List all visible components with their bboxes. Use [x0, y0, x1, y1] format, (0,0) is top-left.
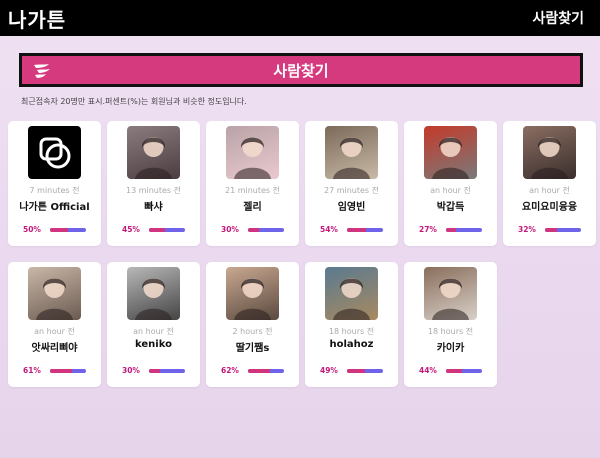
match-bar-fill [149, 368, 160, 373]
match-bar [50, 227, 86, 232]
avatar[interactable] [424, 126, 477, 179]
last-seen-time: 13 minutes 전 [125, 186, 181, 195]
match-bar-fill [545, 227, 557, 232]
app-logo-icon[interactable] [28, 126, 81, 179]
match-bar [446, 368, 482, 373]
person-name[interactable]: 박갑득 [437, 198, 465, 213]
match-percent: 45% [122, 225, 140, 234]
match-percent: 44% [419, 366, 437, 375]
match-bar-fill [149, 227, 166, 232]
person-name[interactable]: 나가튼 Official [19, 198, 89, 213]
match-percent: 61% [23, 366, 41, 375]
match-percent: 54% [320, 225, 338, 234]
last-seen-time: 21 minutes 전 [224, 186, 280, 195]
person-card[interactable]: 7 minutes 전나가튼 Official 50% [8, 121, 101, 246]
avatar[interactable] [226, 267, 279, 320]
match-row: 44% [419, 366, 482, 375]
match-row: 61% [23, 366, 86, 375]
match-bar [50, 368, 86, 373]
match-bar [248, 227, 284, 232]
match-percent: 30% [122, 366, 140, 375]
avatar[interactable] [523, 126, 576, 179]
person-name[interactable]: 앗싸리삐야 [32, 339, 78, 354]
match-percent: 32% [518, 225, 536, 234]
person-name[interactable]: 요미요미융융 [522, 198, 577, 213]
site-logo[interactable]: 나가튼 [8, 4, 66, 33]
person-card[interactable]: an hour 전박갑득 27% [404, 121, 497, 246]
match-bar [149, 227, 185, 232]
match-bar-fill [446, 368, 462, 373]
match-bar-fill [50, 368, 72, 373]
match-bar-fill [446, 227, 456, 232]
person-name[interactable]: 젤리 [243, 198, 261, 213]
match-bar [347, 227, 383, 232]
last-seen-time: an hour 전 [34, 327, 75, 336]
last-seen-time: 7 minutes 전 [29, 186, 80, 195]
person-card[interactable]: 13 minutes 전빠샤 45% [107, 121, 200, 246]
match-row: 49% [320, 366, 383, 375]
avatar[interactable] [226, 126, 279, 179]
person-name[interactable]: 딸기쨈s [236, 339, 270, 354]
page-title: 사람찾기 [273, 61, 329, 80]
last-seen-time: an hour 전 [133, 327, 174, 336]
person-name[interactable]: 카이카 [437, 339, 465, 354]
match-bar [149, 368, 185, 373]
people-grid: 7 minutes 전나가튼 Official 50% 13 minutes 전빠샤… [8, 121, 596, 387]
avatar[interactable] [127, 126, 180, 179]
match-row: 30% [221, 225, 284, 234]
match-bar [545, 227, 581, 232]
match-row: 62% [221, 366, 284, 375]
avatar[interactable] [424, 267, 477, 320]
person-card[interactable]: 18 hours 전 holahoz 49% [305, 262, 398, 387]
person-card[interactable]: 2 hours 전딸기쨈s 62% [206, 262, 299, 387]
last-seen-time: 2 hours 전 [232, 327, 273, 336]
match-row: 30% [122, 366, 185, 375]
nav-people-search[interactable]: 사람찾기 [532, 8, 584, 28]
match-percent: 50% [23, 225, 41, 234]
person-name[interactable]: holahoz [330, 339, 374, 350]
person-name[interactable]: 임영빈 [338, 198, 366, 213]
last-seen-time: 18 hours 전 [328, 327, 375, 336]
person-card[interactable]: an hour 전앗싸리삐야 61% [8, 262, 101, 387]
match-bar-fill [248, 227, 259, 232]
avatar[interactable] [325, 267, 378, 320]
person-card[interactable]: 18 hours 전카이카 44% [404, 262, 497, 387]
person-card[interactable]: 27 minutes 전임영빈 54% [305, 121, 398, 246]
last-seen-time: 18 hours 전 [427, 327, 474, 336]
page-banner: 사람찾기 [19, 53, 583, 87]
match-row: 32% [518, 225, 581, 234]
match-bar [446, 227, 482, 232]
match-bar [248, 368, 284, 373]
match-bar [347, 368, 383, 373]
top-bar: 나가튼 사람찾기 [0, 0, 600, 36]
avatar[interactable] [127, 267, 180, 320]
person-name[interactable]: keniko [135, 339, 172, 350]
wings-icon [34, 64, 50, 78]
notice-text: 최근접속자 20명만 표시.퍼센트(%)는 회원님과 비슷한 정도입니다. [21, 97, 247, 106]
avatar[interactable] [325, 126, 378, 179]
match-percent: 30% [221, 225, 239, 234]
last-seen-time: an hour 전 [529, 186, 570, 195]
person-card[interactable]: an hour 전요미요미융융 32% [503, 121, 596, 246]
person-name[interactable]: 빠샤 [144, 198, 162, 213]
match-row: 50% [23, 225, 86, 234]
match-percent: 62% [221, 366, 239, 375]
match-row: 45% [122, 225, 185, 234]
last-seen-time: 27 minutes 전 [323, 186, 379, 195]
person-card[interactable]: an hour 전 keniko 30% [107, 262, 200, 387]
match-bar-fill [347, 368, 365, 373]
match-bar-fill [248, 368, 271, 373]
match-bar-fill [50, 227, 68, 232]
last-seen-time: an hour 전 [430, 186, 471, 195]
person-card[interactable]: 21 minutes 전젤리 30% [206, 121, 299, 246]
match-bar-fill [347, 227, 367, 232]
match-row: 27% [419, 225, 482, 234]
match-percent: 27% [419, 225, 437, 234]
avatar[interactable] [28, 267, 81, 320]
match-row: 54% [320, 225, 383, 234]
match-percent: 49% [320, 366, 338, 375]
